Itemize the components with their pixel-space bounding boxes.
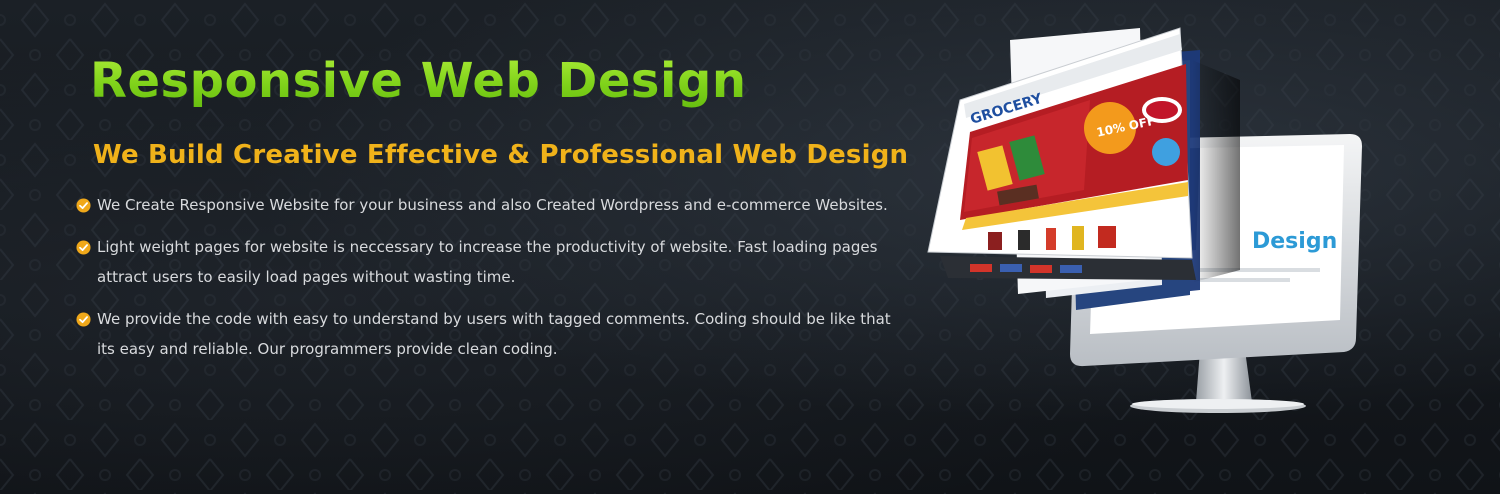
list-item: We provide the code with easy to underst… bbox=[76, 304, 896, 364]
check-circle-icon bbox=[76, 240, 91, 255]
check-circle-icon bbox=[76, 198, 91, 213]
feature-list: We Create Responsive Website for your bu… bbox=[76, 190, 896, 376]
check-circle-icon bbox=[76, 312, 91, 327]
website-screen-stack: es GROCERY 10% OFF bbox=[927, 27, 1200, 310]
screen-word: Design bbox=[1252, 229, 1337, 254]
feature-text: Light weight pages for website is necces… bbox=[97, 238, 878, 286]
feature-text: We Create Responsive Website for your bu… bbox=[97, 196, 888, 214]
feature-text: We provide the code with easy to underst… bbox=[97, 310, 891, 358]
list-item: We Create Responsive Website for your bu… bbox=[76, 190, 896, 220]
subtitle: We Build Creative Effective & Profession… bbox=[93, 140, 909, 170]
hero-banner: Responsive Web Design We Build Creative … bbox=[0, 0, 1500, 494]
list-item: Light weight pages for website is necces… bbox=[76, 232, 896, 292]
monitor-with-website-screens-icon: Design es GROCERY 10% OFF bbox=[927, 27, 1362, 413]
page-title: Responsive Web Design bbox=[90, 46, 746, 116]
